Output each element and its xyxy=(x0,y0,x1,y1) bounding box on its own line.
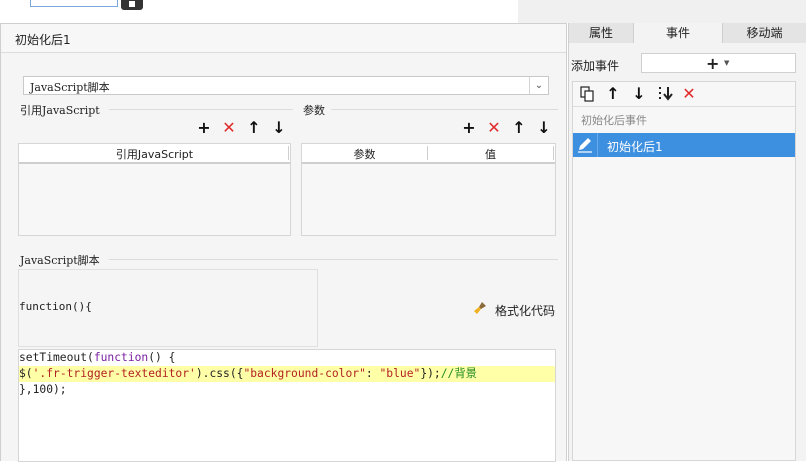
dialog-title-bar: 初始化后1 xyxy=(1,24,566,53)
params-toolbar: + ✕ ↑ ↓ xyxy=(461,120,557,136)
params-label: 参数 xyxy=(303,104,325,117)
right-panel: 属性 事件 移动端 添加事件 + ▼ ↑ ↓ ✕ 初始化后事件 初始化后1 xyxy=(568,23,806,461)
tab-events[interactable]: 事件 xyxy=(634,23,723,43)
params-table: 参数 值 xyxy=(301,143,556,236)
delete-icon[interactable]: ✕ xyxy=(681,86,697,102)
edit-pencil-icon[interactable] xyxy=(573,133,597,157)
move-down-icon[interactable]: ↓ xyxy=(631,86,647,102)
table-header: 参数 值 xyxy=(302,144,555,164)
event-row[interactable]: 初始化后1 xyxy=(573,133,795,157)
add-event-button[interactable]: + ▼ xyxy=(641,53,796,73)
move-down-icon[interactable]: ↓ xyxy=(536,120,552,136)
right-panel-header-bg xyxy=(518,0,806,23)
script-section-label: JavaScript脚本 xyxy=(20,254,100,267)
column-separator xyxy=(553,146,554,160)
move-to-bottom-icon[interactable] xyxy=(657,85,675,103)
divider xyxy=(109,109,293,110)
delete-icon[interactable]: ✕ xyxy=(221,120,237,136)
code-line[interactable]: setTimeout(function() { xyxy=(19,350,175,366)
move-up-icon[interactable]: ↑ xyxy=(605,86,621,102)
code-editor[interactable]: setTimeout(function() {$('.fr-trigger-te… xyxy=(18,349,556,462)
add-icon: + xyxy=(706,54,720,73)
dialog-title: 初始化后1 xyxy=(15,33,71,47)
event-list: ↑ ↓ ✕ 初始化后事件 初始化后1 xyxy=(572,81,796,461)
column-header[interactable]: 引用JavaScript xyxy=(19,146,290,162)
function-header-box: function(){ xyxy=(18,269,318,347)
event-group-label: 初始化后事件 xyxy=(581,114,647,127)
delete-icon[interactable]: ✕ xyxy=(486,120,502,136)
event-editor-dialog: 初始化后1 JavaScript脚本 ⌄ 引用JavaScript + ✕ ↑ … xyxy=(0,23,567,462)
selected-cell[interactable] xyxy=(30,0,118,7)
tab-properties[interactable]: 属性 xyxy=(569,23,634,43)
ref-js-toolbar: + ✕ ↑ ↓ xyxy=(196,120,292,136)
divider xyxy=(109,259,558,260)
move-down-icon[interactable]: ↓ xyxy=(271,120,287,136)
chevron-down-icon[interactable]: ⌄ xyxy=(529,77,548,94)
function-header: function(){ xyxy=(19,300,92,313)
divider xyxy=(331,109,558,110)
event-name: 初始化后1 xyxy=(607,140,663,154)
script-type-select[interactable]: JavaScript脚本 ⌄ xyxy=(23,76,549,95)
ref-js-table: 引用JavaScript xyxy=(18,143,291,236)
column-header-value[interactable]: 值 xyxy=(428,146,553,162)
dropdown-arrow-icon: ▼ xyxy=(724,59,730,67)
move-up-icon[interactable]: ↑ xyxy=(246,120,262,136)
code-line[interactable]: $('.fr-trigger-texteditor').css({"backgr… xyxy=(19,366,555,382)
column-separator xyxy=(288,146,289,160)
table-header: 引用JavaScript xyxy=(19,144,290,164)
format-code-label: 格式化代码 xyxy=(495,304,556,318)
move-up-icon[interactable]: ↑ xyxy=(511,120,527,136)
add-event-label: 添加事件 xyxy=(571,59,620,73)
column-header-param[interactable]: 参数 xyxy=(302,146,427,162)
code-line[interactable]: },100); xyxy=(19,382,67,398)
script-type-value: JavaScript脚本 xyxy=(30,81,110,94)
tab-mobile[interactable]: 移动端 xyxy=(723,23,806,43)
widget-handle-icon[interactable] xyxy=(121,0,143,10)
add-icon[interactable]: + xyxy=(196,120,212,136)
format-code-button[interactable]: 格式化代码 xyxy=(473,300,557,320)
brush-icon xyxy=(474,302,486,314)
add-icon[interactable]: + xyxy=(461,120,477,136)
copy-icon[interactable] xyxy=(579,86,595,102)
ref-js-label: 引用JavaScript xyxy=(20,104,100,117)
event-toolbar: ↑ ↓ ✕ xyxy=(573,82,795,107)
